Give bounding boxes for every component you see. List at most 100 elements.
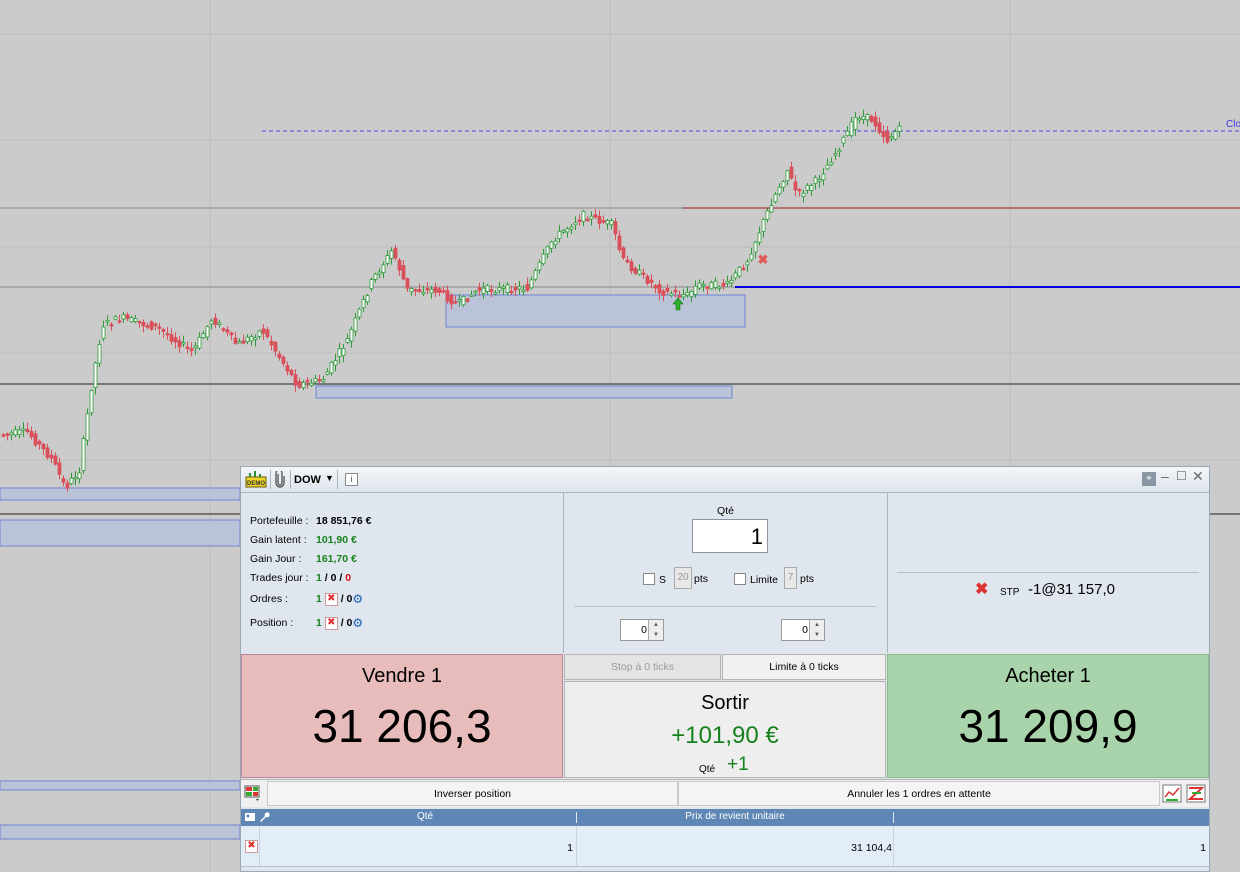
table-image-icon[interactable]: [244, 811, 256, 823]
minimize-icon[interactable]: –: [1161, 468, 1169, 484]
candle-body: [705, 286, 710, 289]
candle-body: [293, 374, 298, 386]
cancel-orders-icon[interactable]: ✖: [324, 592, 338, 606]
buy-button[interactable]: Acheter 1 31 209,9: [887, 654, 1209, 778]
order-detail[interactable]: -1@31 157,0: [1028, 581, 1115, 598]
chart-check-icon[interactable]: [1162, 784, 1182, 803]
stop-checkbox[interactable]: [643, 573, 655, 585]
candle-body: [277, 353, 282, 358]
close-position-icon[interactable]: ✖: [245, 840, 258, 853]
candle-body: [69, 477, 74, 484]
qty-input[interactable]: 1: [692, 519, 768, 553]
candle-body: [337, 348, 342, 357]
paperclip-icon[interactable]: [274, 471, 286, 488]
candle-body: [297, 381, 302, 388]
reverse-position-button[interactable]: Inverser position: [267, 781, 678, 806]
candle-body: [889, 136, 894, 139]
spin-up-icon[interactable]: ▲: [809, 620, 824, 630]
candle-body: [93, 362, 98, 389]
svg-text:DEMO: DEMO: [247, 481, 265, 487]
stop-ticks-button[interactable]: Stop à 0 ticks: [564, 654, 721, 680]
candle-body: [813, 177, 818, 184]
candle-body: [13, 429, 18, 436]
candle-body: [637, 269, 642, 275]
limit-checkbox[interactable]: [734, 573, 746, 585]
symbol-label[interactable]: DOW: [294, 474, 321, 486]
pin-icon[interactable]: ⌖: [1142, 472, 1156, 486]
stop-ticks-spinner[interactable]: 0 ▲ ▼: [620, 619, 664, 641]
spin-down-icon[interactable]: ▼: [648, 630, 663, 640]
candle-body: [537, 261, 542, 271]
candle-body: [845, 130, 850, 136]
close-position-icon[interactable]: ✖: [324, 616, 338, 630]
demo-icon[interactable]: DEMO: [245, 471, 267, 488]
cancel-order-icon[interactable]: ✖: [975, 579, 988, 599]
order-type: STP: [1000, 587, 1020, 598]
exit-button[interactable]: Sortir +101,90 € Qté +1: [564, 681, 886, 778]
candle-body: [433, 286, 438, 293]
candle-body: [289, 369, 294, 376]
info-icon[interactable]: i: [345, 473, 358, 486]
wrench-icon[interactable]: [258, 811, 270, 823]
orders-slash: / 0: [340, 592, 353, 605]
stop-points-field[interactable]: 20: [674, 567, 692, 589]
gear-icon[interactable]: ⚙: [352, 616, 363, 630]
divider: [574, 606, 876, 607]
candle-body: [817, 179, 822, 182]
spin-down-icon[interactable]: ▼: [809, 630, 824, 640]
candle-body: [265, 329, 270, 338]
candle-body: [121, 314, 126, 320]
table-row[interactable]: ✖ 1 31 104,4 1: [241, 826, 1209, 867]
limit-points-field[interactable]: 7: [784, 567, 797, 589]
candle-body: [65, 482, 70, 489]
close-icon[interactable]: ✕: [1192, 468, 1204, 485]
candle-body: [709, 282, 714, 290]
candle-body: [501, 286, 506, 289]
col-unit-price[interactable]: Prix de revient unitaire: [577, 811, 893, 822]
stop-label: S: [659, 574, 667, 586]
col-separator: [893, 826, 894, 866]
candle-body: [177, 340, 182, 348]
col-qty[interactable]: Qté: [274, 811, 576, 822]
candle-body: [777, 186, 782, 195]
candle-body: [393, 247, 398, 259]
candle-body: [477, 287, 482, 291]
candle-body: [677, 295, 682, 298]
candle-body: [513, 287, 518, 291]
candle-body: [873, 116, 878, 127]
candle-body: [485, 285, 490, 292]
candle-body: [685, 292, 690, 296]
maximize-icon[interactable]: ☐: [1176, 469, 1187, 483]
candle-body: [381, 264, 386, 274]
candle-body: [185, 346, 190, 349]
pts-label: pts: [800, 573, 815, 585]
zone-rect: [0, 487, 241, 501]
grid-menu-icon[interactable]: [244, 784, 262, 802]
candle-body: [189, 348, 194, 352]
limit-ticks-button[interactable]: Limite à 0 ticks: [722, 654, 886, 680]
sell-button[interactable]: Vendre 1 31 206,3: [241, 654, 563, 778]
orders-count: 1: [316, 592, 322, 605]
candle-body: [853, 117, 858, 130]
candle-body: [509, 291, 514, 294]
trades-row: Trades jour :1 / 0 / 0: [250, 572, 351, 584]
candle-body: [809, 184, 814, 191]
portfolio-row: Portefeuille : 18 851,76 €: [250, 515, 371, 527]
exit-gain: +101,90 €: [671, 722, 779, 749]
chart-zigzag-icon[interactable]: [1186, 784, 1206, 803]
candle-body: [753, 241, 758, 253]
limit-ticks-spinner[interactable]: 0 ▲ ▼: [781, 619, 825, 641]
candle-body: [353, 317, 358, 332]
gear-icon[interactable]: ⚙: [352, 592, 363, 606]
candle-body: [409, 288, 414, 293]
candle-body: [469, 294, 474, 297]
candle-body: [673, 289, 678, 293]
candle-body: [617, 235, 622, 251]
candle-body: [505, 284, 510, 293]
exit-qty: +1: [727, 754, 749, 775]
spin-up-icon[interactable]: ▲: [648, 620, 663, 630]
close-line-label: Clo: [1226, 119, 1240, 130]
portfolio-value: 18 851,76 €: [316, 515, 372, 527]
cancel-pending-orders-button[interactable]: Annuler les 1 ordres en attente: [678, 781, 1160, 806]
chevron-down-icon[interactable]: ▼: [325, 473, 334, 483]
